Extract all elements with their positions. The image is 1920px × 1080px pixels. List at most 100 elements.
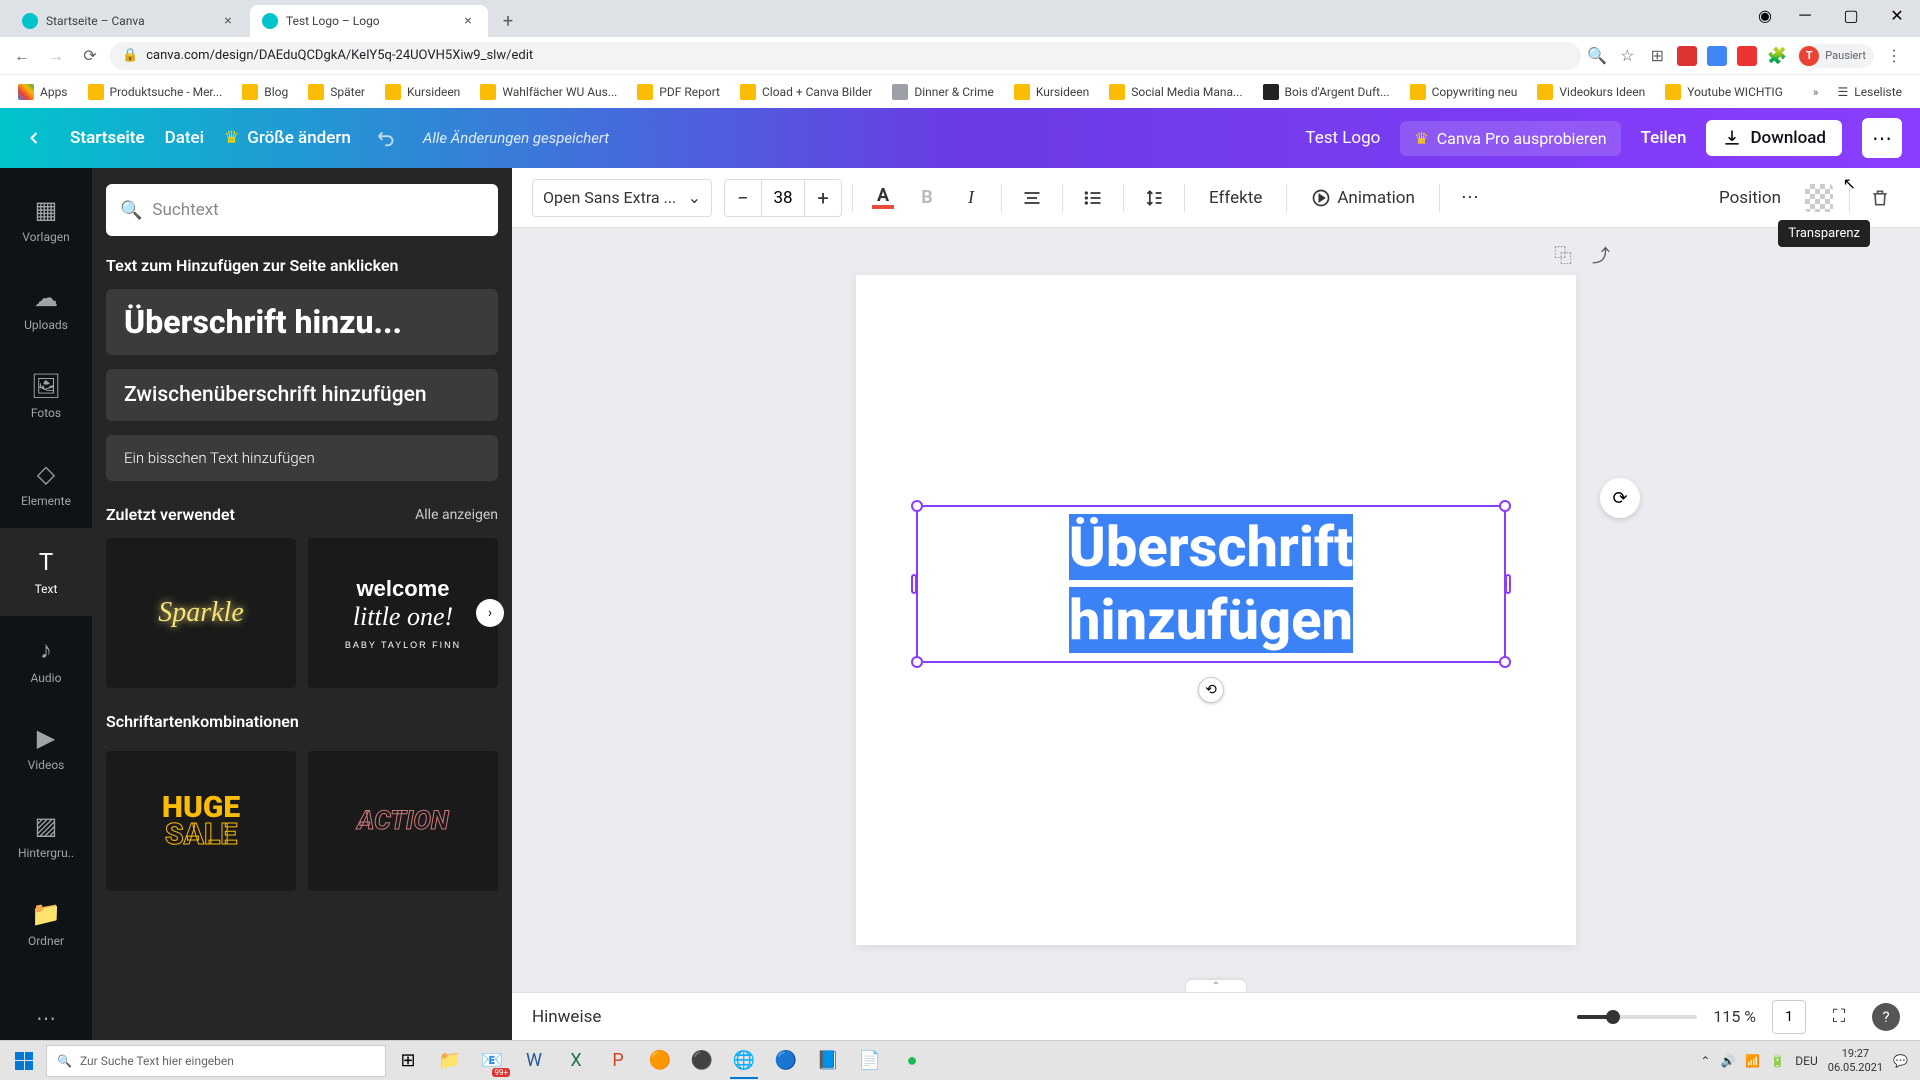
language-indicator[interactable]: DEU [1795,1054,1817,1068]
position-button[interactable]: Position [1705,178,1795,218]
extension-icon[interactable] [1677,46,1697,66]
task-view-button[interactable]: ⊞ [388,1043,428,1079]
zoom-thumb[interactable] [1606,1010,1620,1024]
notes-button[interactable]: Hinweise [532,1007,601,1027]
taskbar-explorer[interactable]: 📁 [430,1043,470,1079]
download-button[interactable]: Download [1706,120,1842,156]
align-button[interactable] [1012,178,1052,218]
battery-icon[interactable]: 🔋 [1770,1054,1785,1068]
taskbar-app[interactable]: 🟠 [640,1043,680,1079]
extensions-menu-icon[interactable]: 🧩 [1767,46,1787,66]
recent-template-welcome[interactable]: welcome little one! BABY TAYLOR FINN [308,538,498,688]
see-all-link[interactable]: Alle anzeigen [415,507,498,523]
maximize-button[interactable]: ▢ [1828,0,1874,30]
browser-tab-0[interactable]: Startseite – Canva × [10,5,248,37]
zoom-icon[interactable]: 🔍 [1587,46,1607,66]
overflow-bookmarks-icon[interactable]: » [1806,82,1826,102]
close-window-button[interactable]: ✕ [1874,0,1920,30]
canvas-viewport[interactable]: ⿻ ⤴ Überschrift hinzufügen ⟲ [512,228,1920,992]
spacing-button[interactable] [1134,178,1174,218]
minimize-button[interactable]: ─ [1782,0,1828,30]
add-body-button[interactable]: Ein bisschen Text hinzufügen [106,435,498,481]
zoom-slider[interactable] [1577,1015,1697,1019]
delete-button[interactable] [1860,178,1900,218]
italic-button[interactable]: I [951,178,991,218]
rail-uploads[interactable]: ☁Uploads [0,264,92,352]
share-button[interactable]: Teilen [1641,128,1687,148]
search-box[interactable]: 🔍 [106,184,498,236]
taskbar-search[interactable]: 🔍 Zur Suche Text hier eingeben [46,1045,386,1077]
start-button[interactable] [4,1043,44,1079]
bookmark-item[interactable]: Kursideen [377,80,468,104]
bookmark-item[interactable]: Social Media Mana... [1101,80,1250,104]
url-field[interactable]: 🔒 canva.com/design/DAEduQCDgkA/KeIY5q-24… [110,42,1581,70]
share-page-button[interactable]: ⤴ [1592,242,1610,268]
profile-badge[interactable]: T Pausiert [1797,44,1874,68]
bookmark-item[interactable]: Wahlfächer WU Aus... [472,80,625,104]
taskbar-app[interactable]: ⚫ [682,1043,722,1079]
try-pro-button[interactable]: ♛ Canva Pro ausprobieren [1400,121,1620,156]
resize-handle-br[interactable] [1499,656,1511,668]
resize-handle-mr[interactable] [1505,574,1511,594]
taskbar-mail[interactable]: 📧99+ [472,1043,512,1079]
reload-button[interactable]: ⟳ [76,42,104,70]
new-tab-button[interactable]: + [494,7,522,35]
selected-text-element[interactable]: Überschrift hinzufügen ⟲ [916,505,1506,663]
text-color-button[interactable]: A [863,178,903,218]
star-icon[interactable]: ☆ [1617,46,1637,66]
taskbar-chrome[interactable]: 🌐 [724,1043,764,1079]
resize-handle-tr[interactable] [1499,500,1511,512]
list-button[interactable] [1073,178,1113,218]
file-menu[interactable]: Datei [165,128,204,148]
bookmark-item[interactable]: Youtube WICHTIG [1657,80,1791,104]
bookmark-item[interactable]: Blog [234,80,296,104]
document-title[interactable]: Test Logo [1305,128,1380,148]
extension-icon[interactable] [1737,46,1757,66]
undo-button[interactable] [371,122,403,154]
font-size-increase[interactable]: + [805,186,841,210]
back-button[interactable]: ← [8,42,36,70]
close-icon[interactable]: × [220,13,236,29]
bookmark-item[interactable]: Dinner & Crime [884,80,1002,104]
text-content[interactable]: Überschrift hinzufügen [1069,514,1353,653]
add-subheading-button[interactable]: Zwischenüberschrift hinzufügen [106,369,498,421]
more-menu-button[interactable]: ⋯ [1862,118,1902,158]
toolbar-more-button[interactable]: ⋯ [1450,178,1490,218]
bookmark-item[interactable]: Cload + Canva Bilder [732,80,880,104]
rail-templates[interactable]: ▦Vorlagen [0,176,92,264]
extension-icon[interactable] [1707,46,1727,66]
rail-audio[interactable]: ♪Audio [0,616,92,704]
rail-photos[interactable]: 🖼Fotos [0,352,92,440]
font-combo-sale[interactable]: HUGE SALE [106,751,296,891]
duplicate-page-button[interactable]: ⿻ [1554,242,1572,268]
help-button[interactable]: ? [1872,1003,1900,1031]
taskbar-excel[interactable]: X [556,1043,596,1079]
bookmark-item[interactable]: Produktsuche - Mer... [80,80,231,104]
taskbar-edge[interactable]: 🔵 [766,1043,806,1079]
floating-refresh-button[interactable]: ⟳ [1600,478,1640,518]
font-combo-action[interactable]: ACTION [308,751,498,891]
font-size-value[interactable]: 38 [761,180,805,216]
rail-elements[interactable]: ◇Elemente [0,440,92,528]
home-link[interactable]: Startseite [70,128,145,148]
tray-expand-icon[interactable]: ⌃ [1700,1054,1710,1068]
bookmark-item[interactable]: Videokurs Ideen [1529,80,1653,104]
resize-button[interactable]: ♛ Größe ändern [224,128,351,148]
bookmark-item[interactable]: Bois d'Argent Duft... [1255,80,1398,104]
resize-handle-ml[interactable] [911,574,917,594]
clock[interactable]: 19:27 06.05.2021 [1828,1047,1883,1073]
zoom-label[interactable]: 115 % [1713,1007,1756,1026]
bold-button[interactable]: B [907,178,947,218]
taskbar-word[interactable]: W [514,1043,554,1079]
bookmark-item[interactable]: Kursideen [1006,80,1097,104]
notifications-icon[interactable]: 💬 [1893,1054,1908,1068]
reading-list-button[interactable]: ☰Leseliste [1830,81,1910,103]
scroll-right-button[interactable]: › [476,599,504,627]
search-input[interactable] [152,200,484,220]
resize-handle-tl[interactable] [911,500,923,512]
rail-videos[interactable]: ▶Videos [0,704,92,792]
header-back-button[interactable] [18,122,50,154]
rail-background[interactable]: ▨Hintergru.. [0,792,92,880]
transparency-button[interactable] [1799,178,1839,218]
browser-tab-1[interactable]: Test Logo – Logo × [250,5,488,37]
